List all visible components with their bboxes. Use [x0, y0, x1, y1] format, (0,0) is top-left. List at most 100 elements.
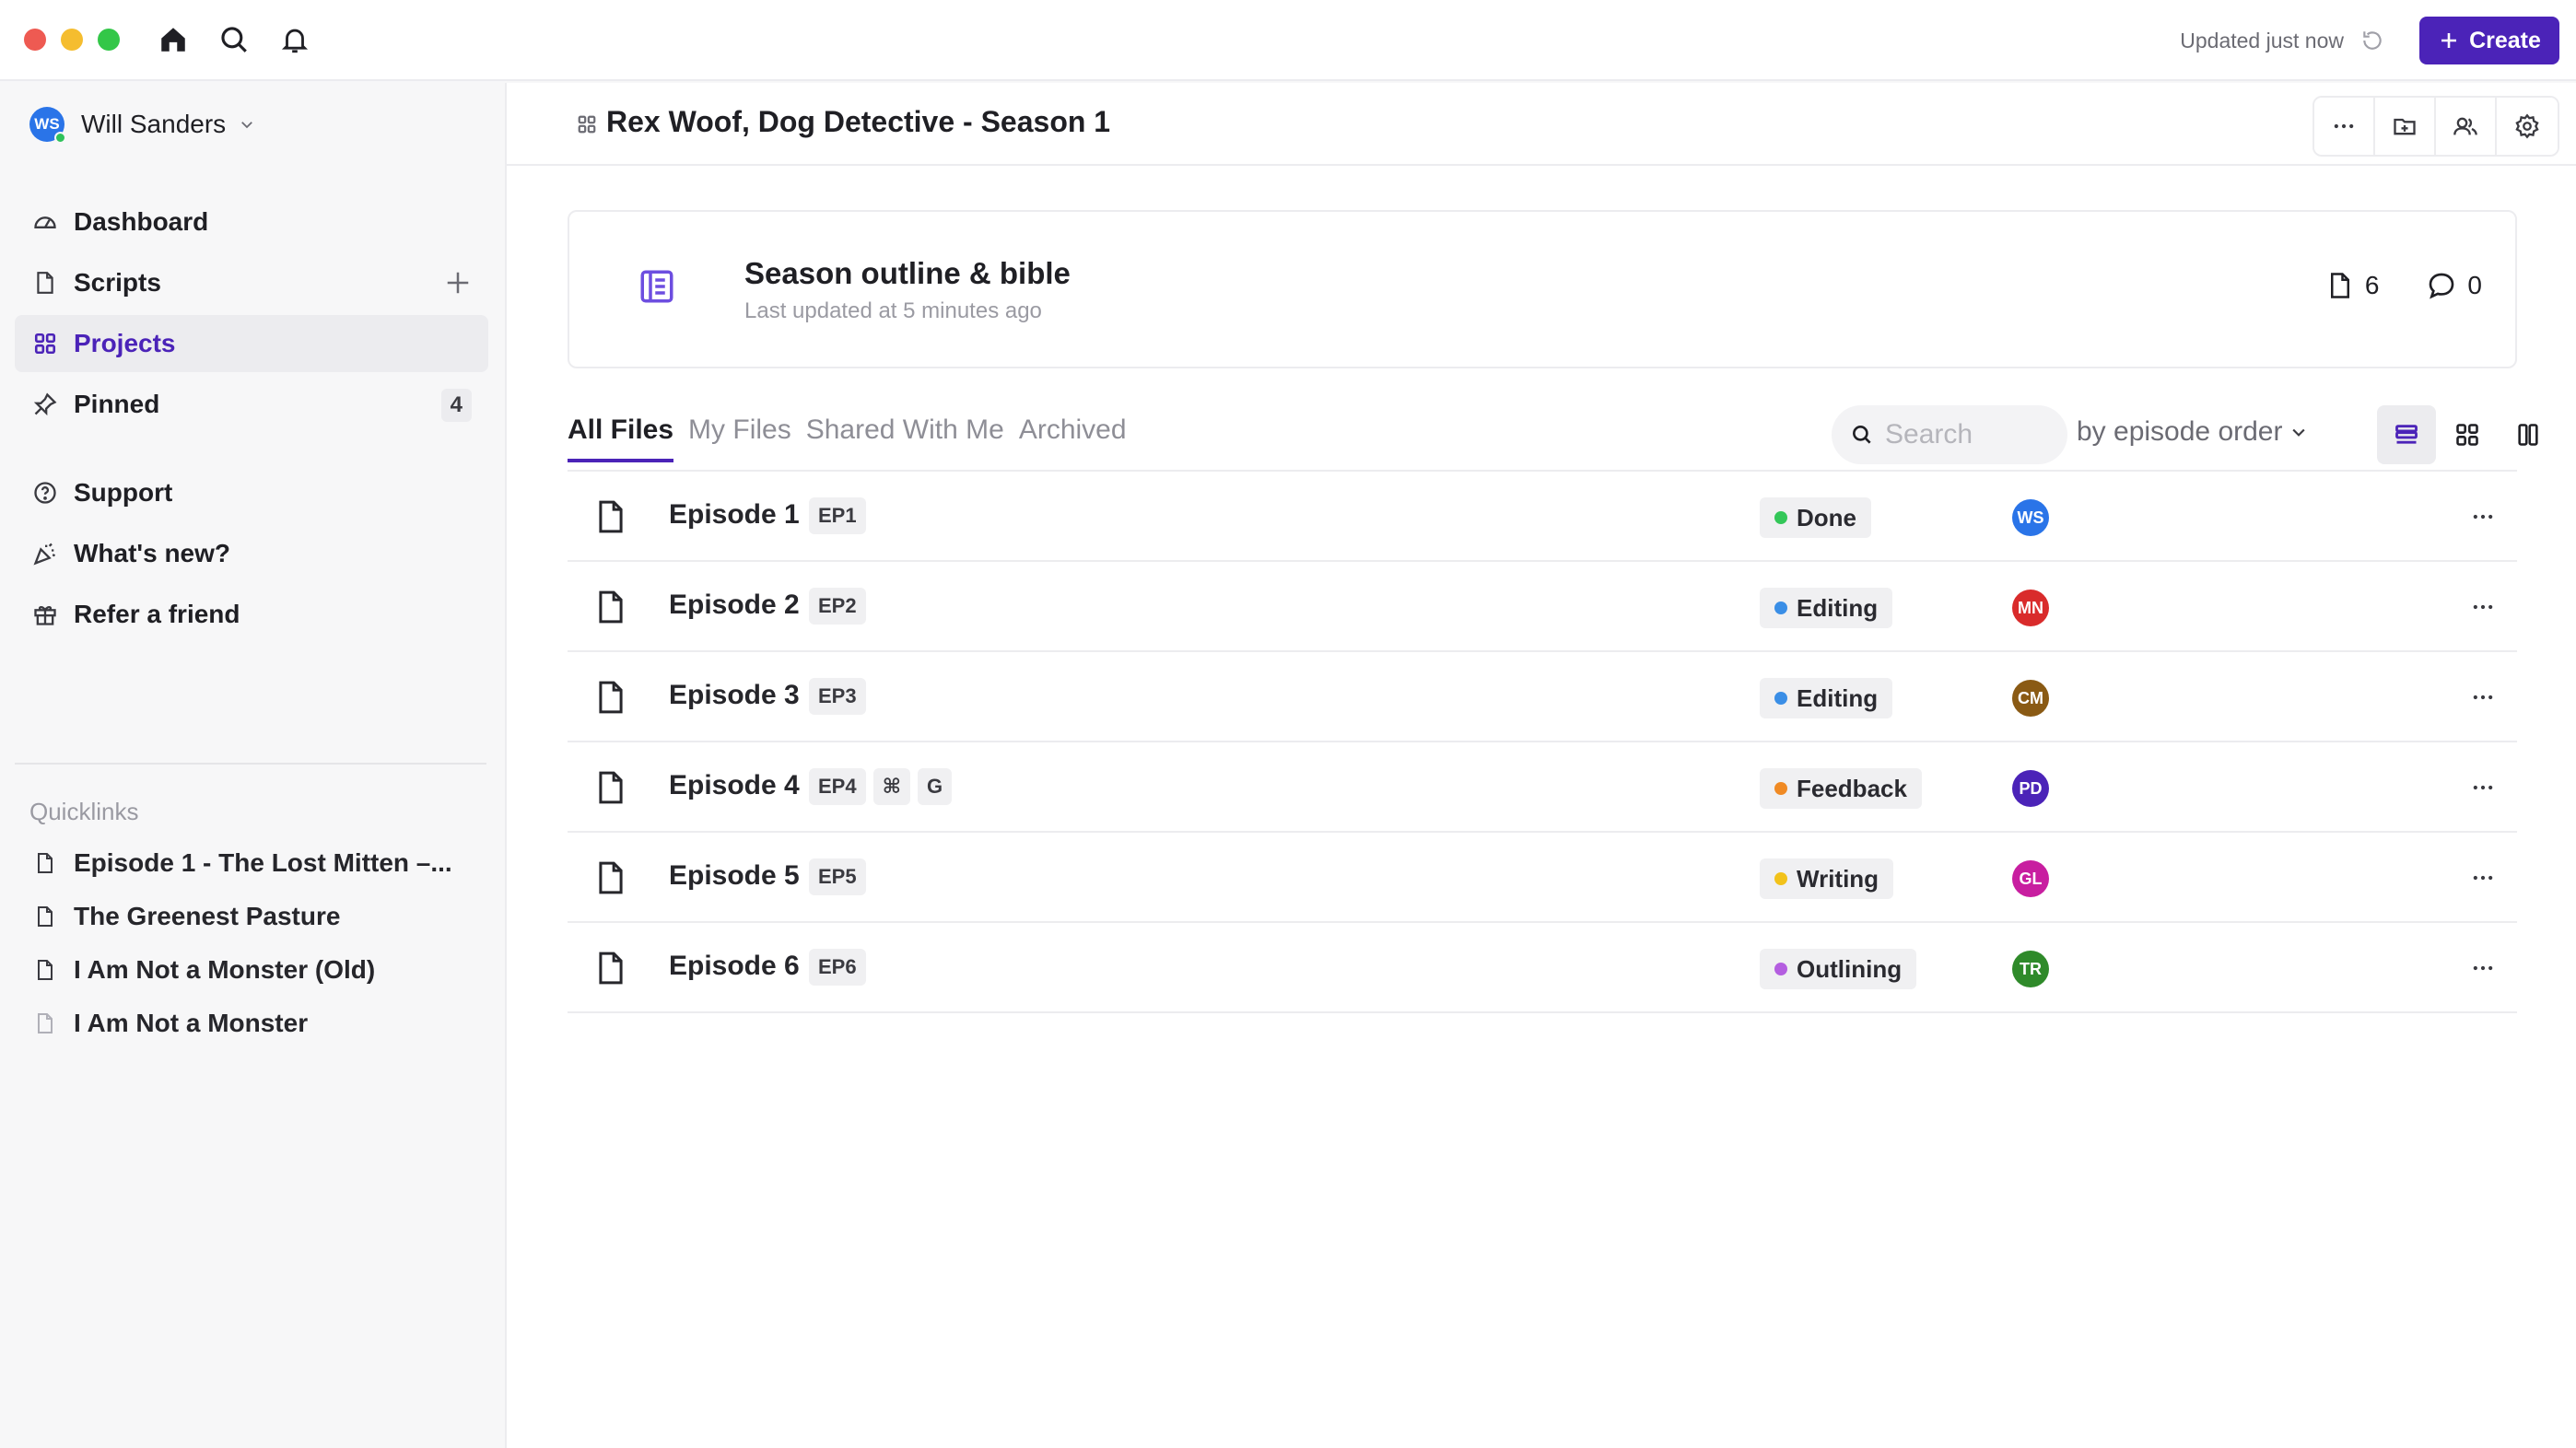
refresh-icon[interactable] — [2359, 27, 2386, 54]
more-horizontal-icon — [2334, 123, 2354, 129]
document-icon — [2330, 273, 2349, 298]
sidebar-item-whats-new[interactable]: What's new? — [15, 525, 488, 582]
view-toggle — [2377, 405, 2558, 464]
settings-button[interactable] — [2497, 98, 2558, 155]
tab-shared-with-me[interactable]: Shared With Me — [806, 415, 1004, 462]
avatar[interactable]: GL — [2012, 860, 2049, 897]
sidebar-item-label: Dashboard — [74, 207, 209, 236]
add-script-icon[interactable] — [444, 269, 472, 297]
maximize-window-button[interactable] — [98, 29, 120, 51]
avatar-initials: MN — [2018, 598, 2043, 617]
sidebar-item-projects[interactable]: Projects — [15, 315, 488, 372]
sidebar-item-refer[interactable]: Refer a friend — [15, 586, 488, 643]
quicklink-label: I Am Not a Monster (Old) — [74, 955, 376, 984]
quicklink-item[interactable]: I Am Not a Monster (Old) — [15, 943, 488, 997]
list-icon — [2395, 425, 2418, 444]
quicklinks-list: Episode 1 - The Lost Mitten –... The Gre… — [15, 836, 488, 1050]
table-row[interactable]: Episode 2 EP2 Editing MN — [568, 562, 2517, 652]
status-badge[interactable]: Done — [1760, 497, 1871, 538]
sidebar-item-scripts[interactable]: Scripts — [15, 254, 488, 311]
avatar-initials: CM — [2018, 688, 2043, 707]
status-badge[interactable]: Outlining — [1760, 949, 1917, 989]
quicklink-label: I Am Not a Monster — [74, 1009, 309, 1037]
board-view-button[interactable] — [2499, 405, 2558, 464]
file-tags: EP1 — [809, 497, 866, 534]
tab-all-files[interactable]: All Files — [568, 415, 674, 462]
sort-dropdown[interactable]: by episode order — [2077, 416, 2308, 448]
status-badge[interactable]: Feedback — [1760, 768, 1922, 809]
status-badge[interactable]: Editing — [1760, 588, 1893, 628]
list-view-button[interactable] — [2377, 405, 2436, 464]
title-bar: Updated just now Create — [0, 0, 2576, 81]
home-icon[interactable] — [157, 23, 190, 56]
user-menu[interactable]: WS Will Sanders — [29, 107, 255, 144]
more-horizontal-icon — [2473, 785, 2493, 790]
chevron-down-icon — [241, 122, 253, 129]
search-icon — [1853, 426, 1871, 444]
document-icon — [599, 952, 623, 985]
document-icon — [31, 849, 59, 877]
row-more-button[interactable] — [2467, 501, 2499, 532]
document-icon — [599, 861, 623, 894]
table-row[interactable]: Episode 4 EP4 ⌘ G Feedback PD — [568, 742, 2517, 833]
new-folder-button[interactable] — [2375, 98, 2436, 155]
row-more-button[interactable] — [2467, 952, 2499, 984]
project-header: Rex Woof, Dog Detective - Season 1 — [507, 83, 2576, 166]
more-horizontal-icon — [2473, 514, 2493, 520]
sidebar-item-pinned[interactable]: Pinned 4 — [15, 376, 488, 433]
row-more-button[interactable] — [2467, 591, 2499, 623]
sort-label: by episode order — [2077, 416, 2283, 447]
sidebar-item-dashboard[interactable]: Dashboard — [15, 193, 488, 251]
quicklink-label: Episode 1 - The Lost Mitten –... — [74, 848, 452, 877]
row-more-button[interactable] — [2467, 772, 2499, 803]
search-icon[interactable] — [217, 23, 251, 56]
project-actions — [2313, 96, 2559, 157]
outline-last-updated: Last updated at 5 minutes ago — [744, 298, 1042, 323]
avatar[interactable]: TR — [2012, 951, 2049, 987]
document-count: 6 — [2364, 271, 2380, 299]
file-name: Episode 4 — [669, 770, 800, 800]
season-outline-card[interactable]: Season outline & bible Last updated at 5… — [568, 210, 2517, 368]
more-horizontal-icon — [2473, 604, 2493, 610]
search-input[interactable] — [1885, 419, 2060, 450]
create-button[interactable]: Create — [2419, 17, 2559, 64]
row-more-button[interactable] — [2467, 682, 2499, 713]
bell-icon[interactable] — [278, 23, 311, 56]
sidebar-item-support[interactable]: Support — [15, 464, 488, 521]
document-icon — [31, 956, 59, 984]
tab-archived[interactable]: Archived — [1019, 415, 1127, 462]
online-indicator — [54, 132, 66, 144]
grid-icon — [31, 330, 59, 357]
grid-view-button[interactable] — [2438, 405, 2497, 464]
avatar-initials: GL — [2019, 869, 2043, 888]
file-name: Episode 3 — [669, 680, 800, 710]
more-horizontal-icon — [2473, 965, 2493, 971]
avatar[interactable]: WS — [2012, 499, 2049, 536]
sidebar: WS Will Sanders Dashboard Scripts Projec… — [0, 83, 503, 1448]
sidebar-item-label: Refer a friend — [74, 600, 240, 628]
avatar-initials: PD — [2019, 778, 2043, 798]
table-row[interactable]: Episode 1 EP1 Done WS — [568, 472, 2517, 562]
avatar[interactable]: MN — [2012, 590, 2049, 626]
status-badge[interactable]: Writing — [1760, 858, 1894, 899]
more-horizontal-icon — [2473, 695, 2493, 700]
table-row[interactable]: Episode 6 EP6 Outlining TR — [568, 923, 2517, 1013]
share-members-button[interactable] — [2436, 98, 2497, 155]
table-row[interactable]: Episode 5 EP5 Writing GL — [568, 833, 2517, 923]
status-dot — [1774, 601, 1787, 614]
more-options-button[interactable] — [2314, 98, 2375, 155]
sidebar-nav: Dashboard Scripts Projects Pinned 4 Supp… — [15, 193, 488, 647]
minimize-window-button[interactable] — [61, 29, 83, 51]
avatar[interactable]: CM — [2012, 680, 2049, 717]
avatar[interactable]: PD — [2012, 770, 2049, 807]
quicklink-item[interactable]: Episode 1 - The Lost Mitten –... — [15, 836, 488, 890]
quicklink-item[interactable]: I Am Not a Monster — [15, 997, 488, 1050]
row-more-button[interactable] — [2467, 862, 2499, 893]
quicklink-item[interactable]: The Greenest Pasture — [15, 890, 488, 943]
close-window-button[interactable] — [24, 29, 46, 51]
gauge-icon — [31, 208, 59, 236]
tab-my-files[interactable]: My Files — [688, 415, 791, 462]
status-badge[interactable]: Editing — [1760, 678, 1893, 718]
status-dot — [1774, 511, 1787, 524]
table-row[interactable]: Episode 3 EP3 Editing CM — [568, 652, 2517, 742]
